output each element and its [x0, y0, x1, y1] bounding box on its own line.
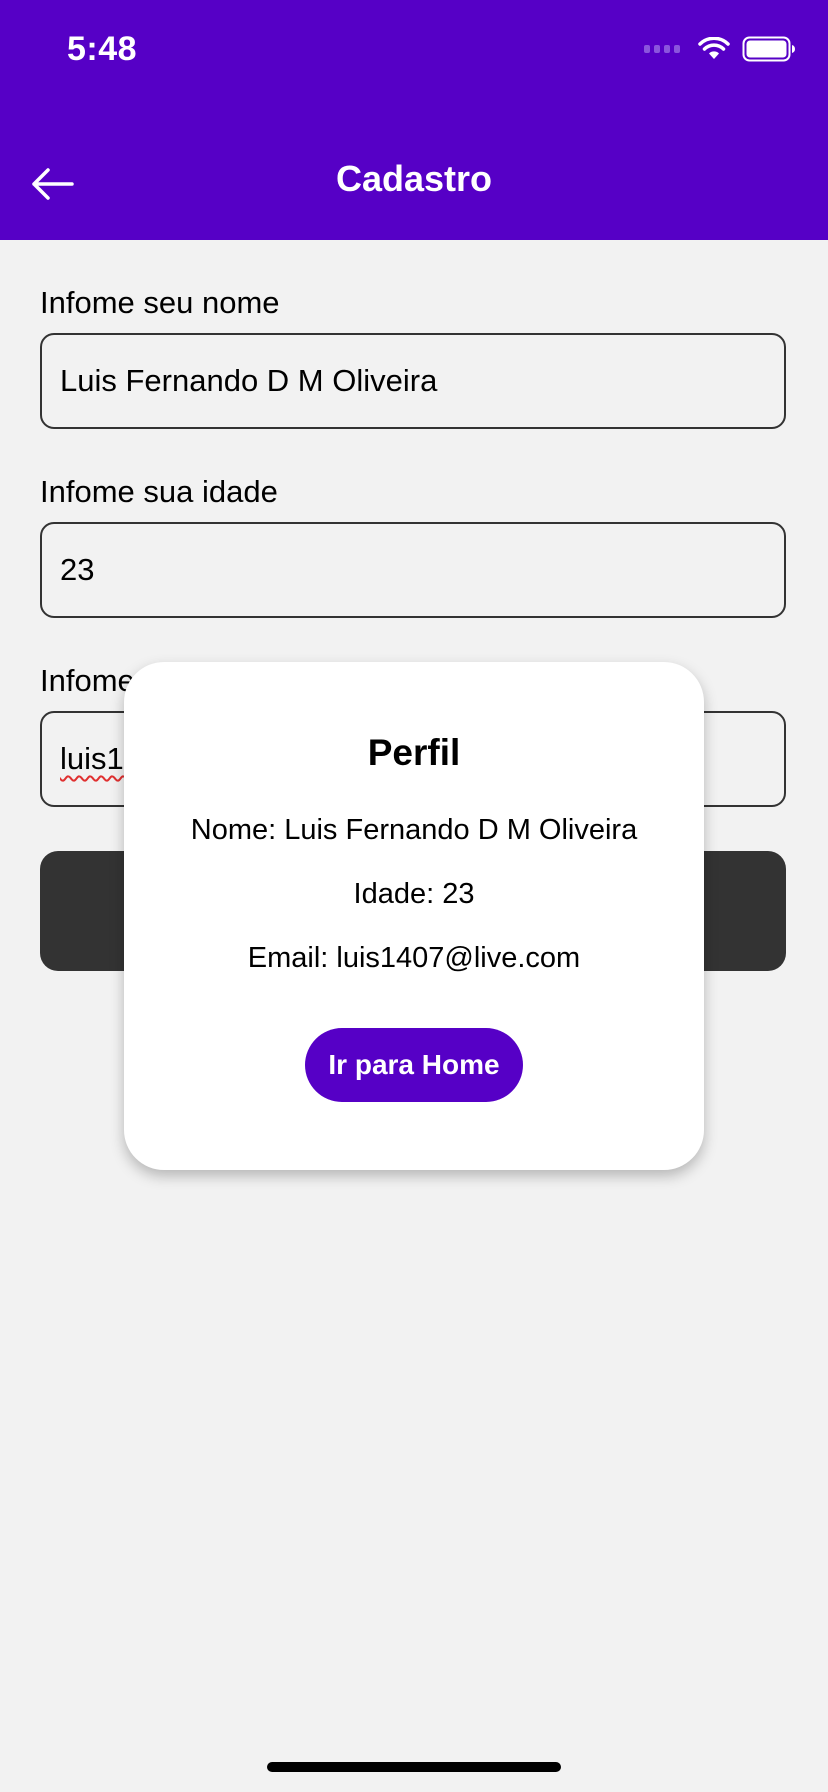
signal-icon	[644, 45, 680, 53]
app-header: 5:48 Cadastro	[0, 0, 828, 240]
profile-modal: Perfil Nome: Luis Fernando D M Oliveira …	[124, 662, 704, 1170]
home-indicator	[267, 1762, 561, 1772]
email-label: Infome	[40, 663, 135, 698]
page-title: Cadastro	[335, 158, 493, 199]
modal-age-line: Idade: 23	[353, 878, 475, 910]
age-field-value: 23	[60, 552, 95, 587]
age-label: Infome sua idade	[40, 474, 278, 509]
modal-name-line: Nome: Luis Fernando D M Oliveira	[190, 814, 638, 846]
modal-title: Perfil	[367, 732, 461, 773]
go-home-button[interactable]: Ir para Home	[305, 1028, 523, 1102]
name-label: Infome seu nome	[40, 285, 280, 320]
status-time: 5:48	[67, 30, 138, 68]
status-icons	[644, 36, 796, 62]
modal-email-line: Email: luis1407@live.com	[247, 942, 581, 974]
name-field-value: Luis Fernando D M Oliveira	[60, 363, 438, 398]
wifi-icon	[698, 37, 730, 59]
name-field[interactable]: Luis Fernando D M Oliveira	[40, 333, 786, 429]
battery-icon	[742, 36, 795, 62]
age-field[interactable]: 23	[40, 522, 786, 618]
